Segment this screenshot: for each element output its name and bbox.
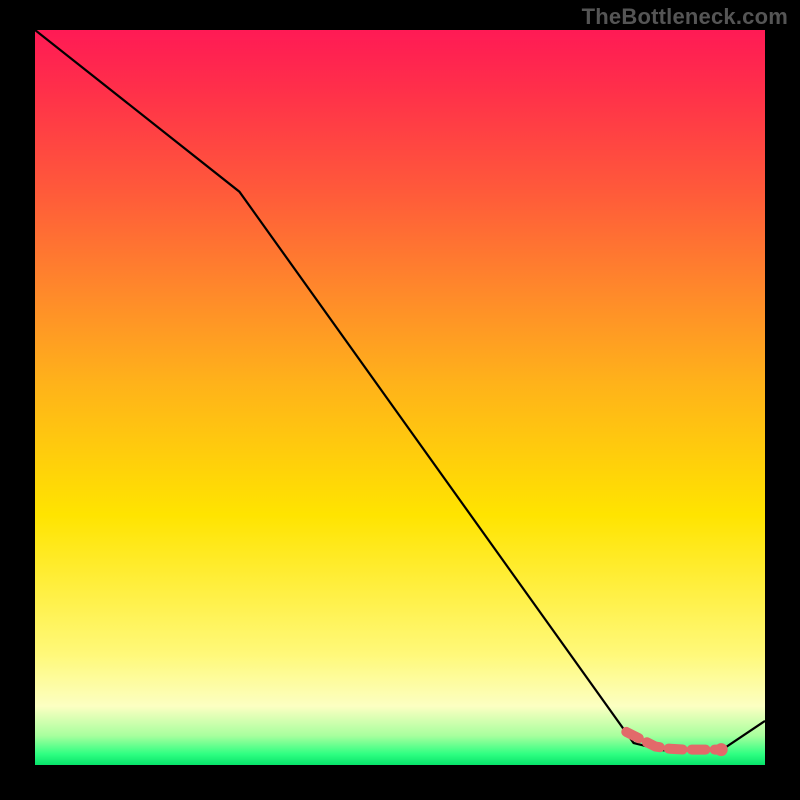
- watermark-text: TheBottleneck.com: [582, 4, 788, 30]
- curve-line: [35, 30, 765, 750]
- main-curve: [35, 30, 765, 750]
- plot-overlay: [35, 30, 765, 765]
- highlight-end-dot: [715, 743, 728, 756]
- chart-container: TheBottleneck.com: [0, 0, 800, 800]
- highlight-stroke: [626, 732, 721, 750]
